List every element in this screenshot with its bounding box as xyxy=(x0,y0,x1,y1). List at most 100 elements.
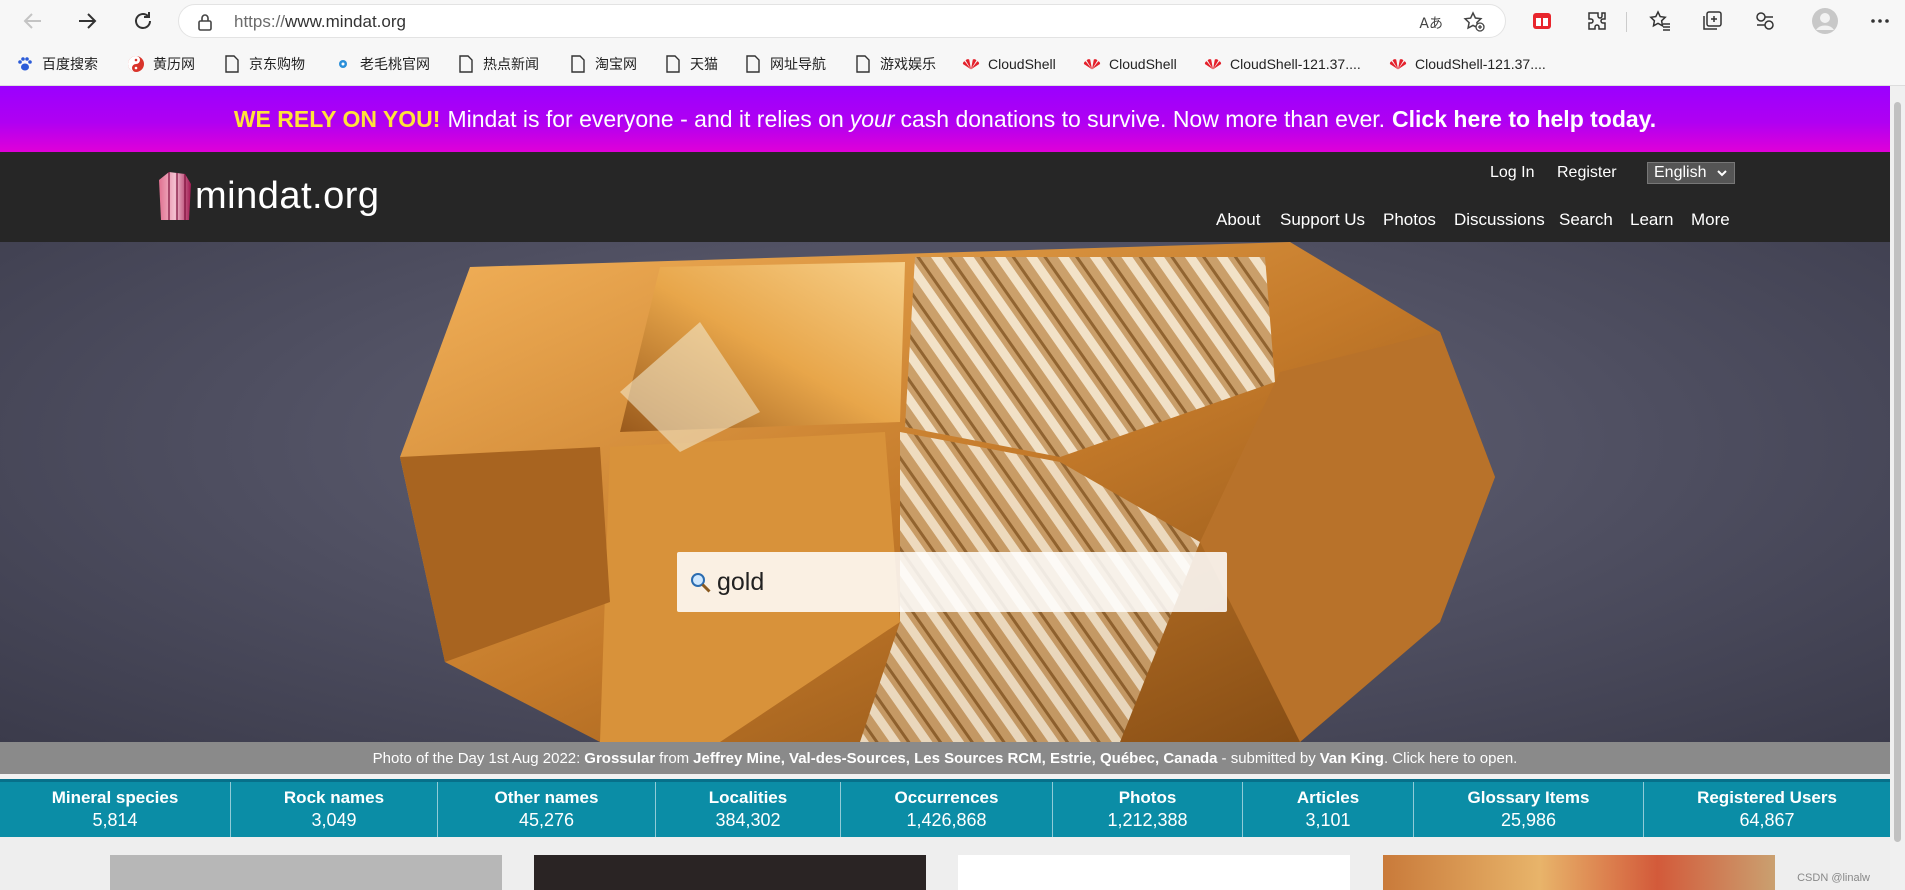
more-options-icon[interactable] xyxy=(1865,6,1895,36)
favorites-icon[interactable] xyxy=(1645,6,1675,36)
feature-card[interactable] xyxy=(1383,855,1775,890)
extension-red-icon[interactable] xyxy=(1527,6,1557,36)
bookmark-news[interactable]: 热点新闻 xyxy=(457,52,539,76)
profile-avatar-icon[interactable] xyxy=(1810,6,1840,36)
potd-open-link[interactable]: . Click here to open. xyxy=(1384,750,1517,767)
bookmark-cloudshell-4[interactable]: CloudShell-121.37.... xyxy=(1389,52,1546,76)
huawei-icon xyxy=(1083,55,1101,73)
huawei-icon xyxy=(962,55,980,73)
bookmark-label: 黄历网 xyxy=(153,56,195,72)
feature-card[interactable] xyxy=(110,855,502,890)
stat-label: Rock names xyxy=(283,788,385,807)
nav-learn[interactable]: Learn xyxy=(1630,210,1673,230)
language-select[interactable]: English xyxy=(1647,162,1735,184)
browser-toolbar: https://www.mindat.org Aあ xyxy=(0,0,1905,42)
potd-submitted: - submitted by xyxy=(1221,749,1316,767)
bookmark-huangli[interactable]: 黄历网 xyxy=(127,52,195,76)
url-text[interactable]: https://www.mindat.org xyxy=(234,12,406,32)
bookmark-label: 百度搜索 xyxy=(42,56,98,72)
stat-occurrences[interactable]: Occurrences 1,426,868 xyxy=(841,782,1053,837)
potd-prefix: Photo of the Day 1st Aug 2022: xyxy=(372,749,581,767)
stat-label: Photos xyxy=(1118,788,1177,807)
stat-label: Other names xyxy=(494,788,599,807)
donation-banner[interactable]: WE RELY ON YOU! Mindat is for everyone -… xyxy=(0,86,1890,152)
bookmark-nav[interactable]: 网址导航 xyxy=(744,52,826,76)
stat-registered-users[interactable]: Registered Users 64,867 xyxy=(1644,782,1890,837)
bookmark-label: CloudShell-121.37.... xyxy=(1230,56,1361,72)
feature-card[interactable] xyxy=(534,855,926,890)
register-link[interactable]: Register xyxy=(1557,164,1617,182)
refresh-button[interactable] xyxy=(128,6,158,36)
page-icon xyxy=(223,55,241,73)
bookmark-taobao[interactable]: 淘宝网 xyxy=(569,52,637,76)
stat-localities[interactable]: Localities 384,302 xyxy=(656,782,841,837)
page-scrollbar[interactable] xyxy=(1890,86,1905,890)
nav-support-us[interactable]: Support Us xyxy=(1280,210,1365,230)
banner-cta-link[interactable]: Click here to help today. xyxy=(1392,106,1656,133)
nav-photos[interactable]: Photos xyxy=(1383,210,1436,230)
page-icon xyxy=(854,55,872,73)
magnifier-icon xyxy=(691,573,711,593)
stat-other-names[interactable]: Other names 45,276 xyxy=(438,782,656,837)
performance-icon[interactable] xyxy=(1750,6,1780,36)
stat-label: Glossary Items xyxy=(1467,788,1590,807)
bookmark-cloudshell-3[interactable]: CloudShell-121.37.... xyxy=(1204,52,1361,76)
bookmark-label: 天猫 xyxy=(690,56,718,72)
bookmark-label: 热点新闻 xyxy=(483,56,539,72)
bookmark-label: CloudShell xyxy=(1109,56,1177,72)
login-link[interactable]: Log In xyxy=(1490,164,1534,182)
site-logo[interactable]: mindat.org xyxy=(155,170,380,222)
url-host: www.mindat.org xyxy=(285,12,406,31)
bookmark-label: 网址导航 xyxy=(770,56,826,72)
stat-glossary-items[interactable]: Glossary Items 25,986 xyxy=(1414,782,1644,837)
lock-icon[interactable] xyxy=(197,13,213,35)
nav-discussions[interactable]: Discussions xyxy=(1454,210,1545,230)
stat-value: 45,276 xyxy=(518,810,575,830)
collections-icon[interactable] xyxy=(1697,6,1727,36)
nav-search[interactable]: Search xyxy=(1559,210,1613,230)
add-favorite-icon[interactable] xyxy=(1463,11,1485,37)
bookmark-cloudshell-1[interactable]: CloudShell xyxy=(962,52,1056,76)
bookmark-label: CloudShell-121.37.... xyxy=(1415,56,1546,72)
stat-mineral-species[interactable]: Mineral species 5,814 xyxy=(0,782,231,837)
stat-rock-names[interactable]: Rock names 3,049 xyxy=(231,782,438,837)
address-bar[interactable]: https://www.mindat.org Aあ xyxy=(178,4,1506,38)
bookmark-laomaotao[interactable]: 老毛桃官网 xyxy=(334,52,430,76)
search-box[interactable]: gold xyxy=(677,552,1227,612)
back-button[interactable] xyxy=(18,6,48,36)
potd-mineral: Grossular xyxy=(584,749,656,767)
stat-label: Occurrences xyxy=(894,788,999,807)
bookmark-games[interactable]: 游戏娱乐 xyxy=(854,52,936,76)
nav-about[interactable]: About xyxy=(1216,210,1260,230)
nav-more[interactable]: More xyxy=(1691,210,1730,230)
huawei-icon xyxy=(1204,55,1222,73)
scrollbar-thumb[interactable] xyxy=(1894,102,1901,842)
bookmark-label: 游戏娱乐 xyxy=(880,56,936,72)
bookmark-cloudshell-2[interactable]: CloudShell xyxy=(1083,52,1177,76)
stat-articles[interactable]: Articles 3,101 xyxy=(1243,782,1414,837)
photo-of-the-day-caption[interactable]: Photo of the Day 1st Aug 2022: Grossular… xyxy=(0,742,1890,774)
feature-card[interactable] xyxy=(958,855,1350,890)
stat-label: Registered Users xyxy=(1697,788,1837,807)
bookmark-label: 京东购物 xyxy=(249,56,305,72)
stat-value: 1,212,388 xyxy=(1107,810,1188,830)
hero-photo[interactable]: gold xyxy=(0,242,1890,742)
bookmark-jd[interactable]: 京东购物 xyxy=(223,52,305,76)
bookmarks-bar: 百度搜索 黄历网 京东购物 老毛桃官网 热点新闻 淘宝网 天猫 网址导航 游戏娱… xyxy=(0,42,1905,86)
extensions-icon[interactable] xyxy=(1582,6,1612,36)
site-header: mindat.org Log In Register English About… xyxy=(0,152,1890,242)
crystal-logo-icon xyxy=(159,172,191,220)
stat-photos[interactable]: Photos 1,212,388 xyxy=(1053,782,1243,837)
yin-yang-icon xyxy=(127,55,145,73)
read-aloud-icon[interactable]: Aあ xyxy=(1419,13,1443,33)
grossular-crystal-image xyxy=(400,242,1495,742)
csdn-watermark: CSDN @linalw xyxy=(1797,872,1870,884)
feature-cards-row xyxy=(0,837,1890,890)
bookmark-tmall[interactable]: 天猫 xyxy=(664,52,718,76)
search-input[interactable]: gold xyxy=(717,568,764,597)
stat-value: 384,302 xyxy=(715,810,781,830)
arrow-right-icon xyxy=(79,13,97,29)
forward-button[interactable] xyxy=(72,6,102,36)
huawei-icon xyxy=(1389,55,1407,73)
bookmark-baidu[interactable]: 百度搜索 xyxy=(16,52,98,76)
